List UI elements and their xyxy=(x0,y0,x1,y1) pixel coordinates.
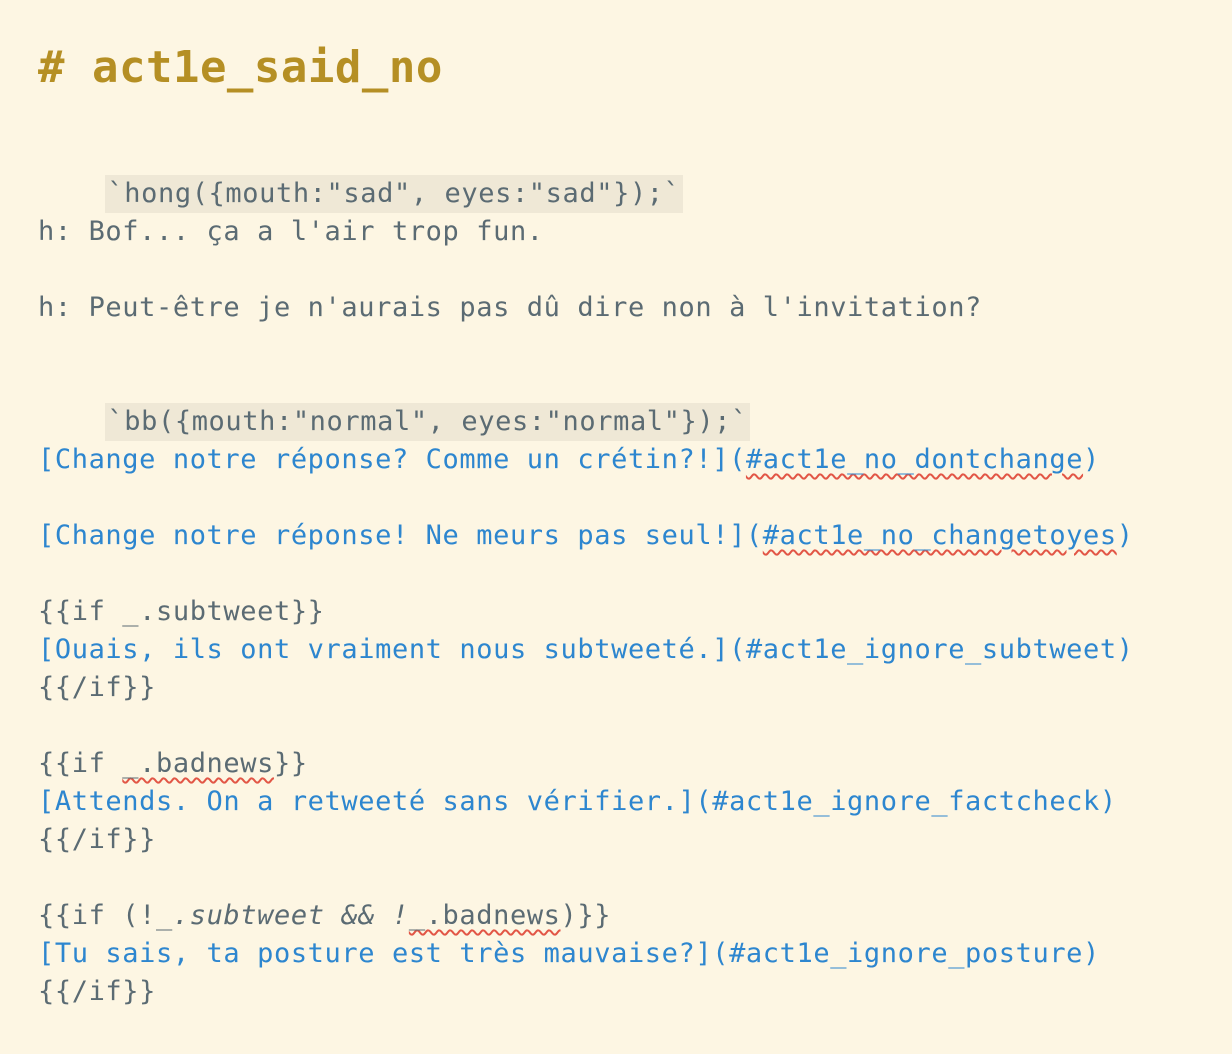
link-text: [Change notre réponse? Comme un crétin?!… xyxy=(38,444,746,475)
choice-link-subtweet[interactable]: [Ouais, ils ont vraiment nous subtweeté.… xyxy=(38,631,1134,669)
markdown-editor[interactable]: # act1e_said_no `hong({mouth:"sad", eyes… xyxy=(0,0,1232,1054)
if-keyword: {{if xyxy=(38,748,123,779)
code-line-bb: `bb({mouth:"normal", eyes:"normal"});` xyxy=(38,365,750,441)
if-brace: }} xyxy=(273,748,308,779)
template-if-open: {{if _.subtweet}} xyxy=(38,596,325,627)
if-brace: )}} xyxy=(560,900,612,931)
link-text: [Change notre réponse! Ne meurs pas seul… xyxy=(38,520,763,551)
if-condition: _.badnews xyxy=(122,748,274,779)
choice-link-posture[interactable]: [Tu sais, ta posture est très mauvaise?]… xyxy=(38,935,1100,973)
template-if-close: {{/if}} xyxy=(38,976,156,1007)
if-condition-italic: _.subtweet && ! xyxy=(156,900,409,931)
code-line-hong: `hong({mouth:"sad", eyes:"sad"});` xyxy=(38,137,683,213)
dialog-line: h: Bof... ça a l'air trop fun. xyxy=(38,216,544,247)
template-if-close: {{/if}} xyxy=(38,824,156,855)
choice-link-dontchange[interactable]: [Change notre réponse? Comme un crétin?!… xyxy=(38,441,1100,479)
inline-code: `bb({mouth:"normal", eyes:"normal"});` xyxy=(105,403,750,441)
page-title: # act1e_said_no xyxy=(38,42,443,93)
template-if-open: {{if _.badnews}} xyxy=(38,745,308,783)
if-keyword: {{if (! xyxy=(38,900,156,931)
link-close: ) xyxy=(1083,444,1100,475)
dialog-line: h: Peut-être je n'aurais pas dû dire non… xyxy=(38,292,982,323)
choice-link-changetoyes[interactable]: [Change notre réponse! Ne meurs pas seul… xyxy=(38,517,1134,555)
link-close: ) xyxy=(1116,520,1134,551)
link-target: #act1e_no_changetoyes xyxy=(762,520,1117,551)
choice-link-factcheck[interactable]: [Attends. On a retweeté sans vérifier.](… xyxy=(38,783,1117,821)
inline-code: `hong({mouth:"sad", eyes:"sad"});` xyxy=(105,175,683,213)
template-if-close: {{/if}} xyxy=(38,672,156,703)
link-target: #act1e_no_dontchange xyxy=(745,444,1084,475)
template-if-open: {{if (!_.subtweet && !_.badnews)}} xyxy=(38,897,611,935)
if-condition: _.badnews xyxy=(408,900,561,931)
